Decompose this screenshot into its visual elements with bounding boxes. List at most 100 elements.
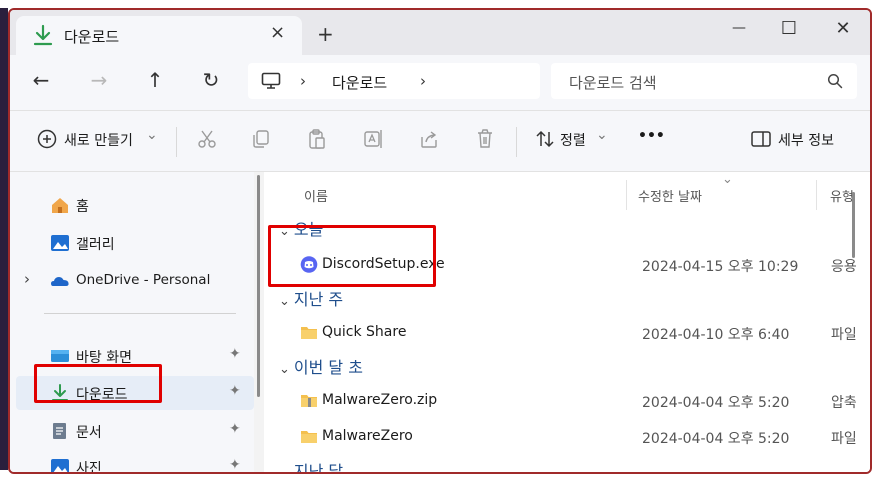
desktop-icon [51,350,69,362]
tab-close-button[interactable]: × [270,22,285,43]
group-label: 지난 주 [293,290,344,309]
plus-circle-icon[interactable] [36,128,58,150]
group-header-earlier-this-month[interactable]: ⌄ 이번 달 초 [279,354,363,378]
toolbar-divider [176,127,177,157]
file-date: 2024-04-15 오후 10:29 [642,259,799,275]
group-label: 지난 달 [293,462,344,474]
column-header-date[interactable]: 수정한 날짜 [638,186,702,205]
column-divider[interactable] [816,180,817,210]
maximize-button[interactable]: ☐ [774,18,804,39]
home-icon [52,198,68,213]
sort-button[interactable]: 정렬 [560,130,586,150]
breadcrumb-separator[interactable]: › [420,72,426,90]
sort-dropdown-chevron-icon[interactable]: ⌄ [596,127,608,143]
sidebar-item-gallery[interactable]: 갤러리 [16,226,254,260]
folder-icon [301,431,317,443]
file-list-scrollbar[interactable] [852,192,855,258]
sidebar-item-label: 사진 [76,461,102,474]
documents-icon [53,423,66,439]
back-button[interactable]: ← [28,68,54,92]
details-button[interactable]: 세부 정보 [778,130,834,150]
details-pane-icon[interactable] [750,128,772,150]
file-name: MalwareZero [322,428,413,444]
pin-icon[interactable]: ✦ [229,383,241,399]
new-dropdown-chevron-icon[interactable]: ⌄ [146,127,158,143]
sidebar-item-onedrive[interactable]: › OneDrive - Personal [16,264,254,298]
sidebar-item-label: OneDrive - Personal [76,272,211,288]
title-bar: 다운로드 × + — ☐ ✕ [10,10,870,55]
address-bar[interactable]: › 다운로드 › [248,63,540,99]
pin-icon[interactable]: ✦ [229,421,241,437]
file-date: 2024-04-04 오후 5:20 [642,431,790,447]
highlight-box-discordsetup [268,225,436,287]
column-header-name[interactable]: 이름 [304,186,328,205]
sidebar-item-label: 갤러리 [76,237,115,253]
group-collapse-chevron-icon: ⌄ [279,466,290,474]
zip-folder-icon [301,395,317,407]
sort-icon[interactable] [534,128,556,150]
sidebar-scrollbar[interactable] [257,175,260,397]
refresh-button[interactable]: ↻ [198,68,224,92]
file-name: Quick Share [322,324,407,340]
forward-button[interactable]: → [86,68,112,92]
sort-indicator-icon: ⌄ [722,172,733,187]
pin-icon[interactable]: ✦ [229,346,241,362]
share-icon[interactable] [418,128,440,150]
onedrive-icon [51,277,69,286]
breadcrumb-downloads[interactable]: 다운로드 [332,72,387,93]
sidebar-divider [44,313,236,314]
column-header-type[interactable]: 유형 [830,186,854,205]
file-type: 압축 [831,395,857,411]
file-list: 이름 수정한 날짜 ⌄ 유형 ⌄ 오늘 DiscordSetup.exe 2024… [264,172,870,472]
file-date: 2024-04-04 오후 5:20 [642,395,790,411]
group-label: 이번 달 초 [293,358,363,377]
file-type: 응용 [831,259,857,275]
gallery-icon [51,235,69,251]
up-button[interactable]: ↑ [142,68,168,92]
desktop-background-strip [0,8,8,470]
highlight-box-downloads [34,364,162,403]
search-icon [827,73,843,89]
cut-icon[interactable] [196,128,218,150]
file-row-quick-share[interactable]: Quick Share 2024-04-10 오후 6:40 파일 [264,316,864,350]
group-collapse-chevron-icon: ⌄ [279,362,290,377]
pin-icon[interactable]: ✦ [229,457,241,472]
file-type: 파일 [831,431,857,447]
sidebar-item-documents[interactable]: 문서 ✦ [16,414,254,448]
minimize-button[interactable]: — [724,20,754,36]
expand-chevron-icon[interactable]: › [24,270,30,288]
sidebar-item-home[interactable]: 홈 [16,188,254,222]
folder-icon [301,327,317,339]
file-row-malwarezero-zip[interactable]: MalwareZero.zip 2024-04-04 오후 5:20 압축 [264,384,864,418]
file-explorer-window: 다운로드 × + — ☐ ✕ ← → ↑ ↻ › 다운로드 › 다운로드 검색 [8,8,872,474]
sidebar-item-label: 홈 [76,199,89,215]
more-options-button[interactable]: ••• [638,128,665,144]
search-box[interactable]: 다운로드 검색 [551,63,857,99]
search-input[interactable]: 다운로드 검색 [569,72,657,93]
delete-icon[interactable] [474,128,496,150]
new-tab-button[interactable]: + [317,22,334,46]
group-header-last-week[interactable]: ⌄ 지난 주 [279,286,343,310]
paste-icon[interactable] [306,128,328,150]
navigation-bar: ← → ↑ ↻ › 다운로드 › 다운로드 검색 [10,55,870,110]
new-button[interactable]: 새로 만들기 [64,130,133,150]
copy-icon[interactable] [250,128,272,150]
sidebar-item-pictures[interactable]: 사진 ✦ [16,450,254,474]
rename-icon[interactable] [362,128,384,150]
close-button[interactable]: ✕ [828,18,858,39]
pictures-icon [51,459,69,472]
group-header-last-month[interactable]: ⌄ 지난 달 [279,458,344,474]
file-name: MalwareZero.zip [322,392,438,408]
download-icon [33,24,53,46]
file-type: 파일 [831,327,857,343]
file-date: 2024-04-10 오후 6:40 [642,327,790,343]
tab-title: 다운로드 [64,28,120,46]
column-divider[interactable] [626,180,627,210]
sidebar-item-label: 문서 [76,425,102,441]
breadcrumb-separator[interactable]: › [300,72,306,90]
tab-downloads[interactable]: 다운로드 × [16,16,302,55]
file-row-malwarezero[interactable]: MalwareZero 2024-04-04 오후 5:20 파일 [264,420,864,454]
toolbar-divider [516,127,517,157]
command-bar: 새로 만들기 ⌄ 정렬 ⌄ ••• 세부 정보 [10,110,870,172]
navigation-pane: 홈 갤러리 › OneDrive - Personal 바탕 화면 ✦ 다운로드… [10,172,254,472]
